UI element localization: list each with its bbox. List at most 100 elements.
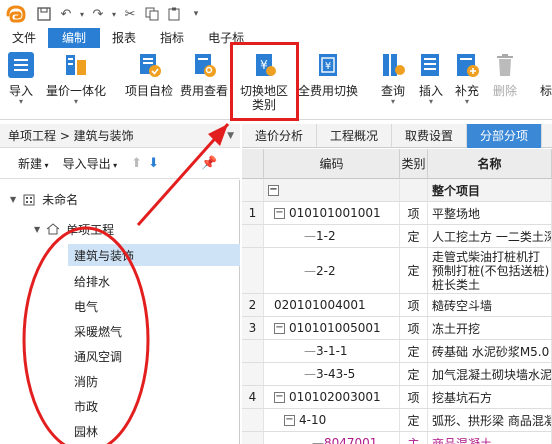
full-fee-switch-button[interactable]: ¥ 全费用切换 xyxy=(298,52,358,98)
row-type[interactable]: 主 xyxy=(400,432,428,444)
paste-icon[interactable] xyxy=(163,3,185,25)
row-name[interactable]: 糙砖空斗墙 xyxy=(428,294,552,316)
row-type[interactable]: 定 xyxy=(400,340,428,362)
row-type[interactable]: 项 xyxy=(400,317,428,339)
header-type[interactable]: 类别 xyxy=(400,149,428,179)
row-type[interactable]: 定 xyxy=(400,248,428,293)
tab-cost-analysis[interactable]: 造价分析 xyxy=(242,124,318,148)
self-check-button[interactable]: 项目自检 xyxy=(125,52,173,98)
row-type[interactable]: 定 xyxy=(400,409,428,431)
row-number: 1 xyxy=(242,202,264,224)
tree-item-2[interactable]: 电气 xyxy=(74,295,98,317)
row-name[interactable]: 平整场地 xyxy=(428,202,552,224)
collapse-toggle-icon[interactable]: − xyxy=(274,207,285,219)
tree-project[interactable]: ▼ 单项工程 xyxy=(34,218,114,240)
fee-view-button[interactable]: 费用查看 xyxy=(180,52,228,98)
row-type[interactable]: 项 xyxy=(400,294,428,316)
menu-file[interactable]: 文件 xyxy=(0,28,48,48)
row-code[interactable]: — 3-1-1 xyxy=(264,340,400,362)
expand-icon[interactable]: ▼ xyxy=(34,225,40,234)
save-icon[interactable] xyxy=(33,3,55,25)
supplement-button[interactable]: 补充 ▾ xyxy=(454,52,480,106)
mark-button[interactable]: 标 xyxy=(540,52,552,98)
row-name[interactable]: 弧形、拱形梁 商品混凝 xyxy=(428,409,552,431)
table-row[interactable]: 2 020101004001 项糙砖空斗墙 xyxy=(242,294,552,317)
row-code[interactable]: — 8047001 xyxy=(264,432,400,444)
table-row[interactable]: — 3-1-1 定砖基础 水泥砂浆M5.0 xyxy=(242,340,552,363)
table-row[interactable]: −4-10 定弧形、拱形梁 商品混凝 xyxy=(242,409,552,432)
row-code[interactable]: 020101004001 xyxy=(264,294,400,316)
table-row[interactable]: — 2-2 定走管式柴油打桩机打预制打桩(不包括送桩) 桩长类土 xyxy=(242,248,552,294)
row-type[interactable]: 定 xyxy=(400,225,428,247)
menu-edit[interactable]: 编制 xyxy=(48,28,101,48)
delete-button[interactable]: 删除 xyxy=(492,52,518,98)
tree-item-4[interactable]: 通风空调 xyxy=(74,345,122,367)
row-code[interactable]: −4-10 xyxy=(264,409,400,431)
table-row[interactable]: 1−010101001001 项平整场地 xyxy=(242,202,552,225)
row-name[interactable]: 走管式柴油打桩机打预制打桩(不包括送桩) 桩长类土 xyxy=(428,248,552,293)
tree-item-0[interactable]: 建筑与装饰 xyxy=(68,244,240,266)
row-type[interactable] xyxy=(400,179,428,201)
row-code[interactable]: −010101005001 xyxy=(264,317,400,339)
tab-items[interactable]: 分部分项 xyxy=(467,124,543,148)
tab-project-overview[interactable]: 工程概况 xyxy=(317,124,393,148)
tree-item-6[interactable]: 市政 xyxy=(74,395,98,417)
redo-icon[interactable]: ↷ xyxy=(87,3,109,25)
row-code[interactable]: — 3-43-5 xyxy=(264,363,400,385)
pin-icon[interactable]: 📌 xyxy=(201,156,217,171)
redo-dropdown-icon[interactable]: ▾ xyxy=(109,3,119,25)
collapse-toggle-icon[interactable]: − xyxy=(274,322,285,334)
menu-indicator[interactable]: 指标 xyxy=(148,28,196,48)
row-type[interactable]: 项 xyxy=(400,202,428,224)
header-code[interactable]: 编码 xyxy=(264,149,400,179)
table-row[interactable]: — 3-43-5 定加气混凝土砌块墙水泥砂 xyxy=(242,363,552,386)
tab-fee-settings[interactable]: 取费设置 xyxy=(392,124,468,148)
collapse-toggle-icon[interactable]: − xyxy=(274,391,285,403)
dropdown-arrow-icon: ▾ xyxy=(464,97,469,106)
undo-icon[interactable]: ↶ xyxy=(55,3,77,25)
row-name[interactable]: 挖基坑石方 xyxy=(428,386,552,408)
tree-root[interactable]: ▼ 未命名 xyxy=(10,188,78,210)
tree-item-3[interactable]: 采暖燃气 xyxy=(74,320,122,342)
row-name[interactable]: 加气混凝土砌块墙水泥砂 xyxy=(428,363,552,385)
undo-dropdown-icon[interactable]: ▾ xyxy=(77,3,87,25)
collapse-toggle-icon[interactable]: − xyxy=(268,184,279,196)
tree-item-1[interactable]: 给排水 xyxy=(74,270,110,292)
row-code[interactable]: −010102003001 xyxy=(264,386,400,408)
building-icon xyxy=(23,194,35,206)
tree-item-7[interactable]: 园林 xyxy=(74,420,98,442)
row-code[interactable]: − xyxy=(264,179,400,201)
tree-item-5[interactable]: 消防 xyxy=(74,370,98,392)
import-button[interactable]: 导入 ▾ xyxy=(8,52,34,106)
row-code[interactable]: — 2-2 xyxy=(264,248,400,293)
cut-icon[interactable]: ✂ xyxy=(119,3,141,25)
new-button[interactable]: 新建 ▾ xyxy=(18,155,49,172)
row-type[interactable]: 项 xyxy=(400,386,428,408)
row-type[interactable]: 定 xyxy=(400,363,428,385)
insert-button[interactable]: 插入 ▾ xyxy=(418,52,444,106)
row-name[interactable]: 整个项目 xyxy=(428,179,552,201)
row-name[interactable]: 人工挖土方 一二类土深 xyxy=(428,225,552,247)
row-name[interactable]: 冻土开挖 xyxy=(428,317,552,339)
move-up-icon[interactable]: ⬆ xyxy=(131,156,142,171)
row-code[interactable]: −010101001001 xyxy=(264,202,400,224)
table-row[interactable]: 4−010102003001 项挖基坑石方 xyxy=(242,386,552,409)
qty-price-button[interactable]: 量价一体化 ▾ xyxy=(46,52,106,106)
table-row[interactable]: 3−010101005001 项冻土开挖 xyxy=(242,317,552,340)
table-row[interactable]: — 1-2 定人工挖土方 一二类土深 xyxy=(242,225,552,248)
collapse-toggle-icon[interactable]: − xyxy=(284,414,295,426)
expand-icon[interactable]: ▼ xyxy=(10,195,16,204)
table-row[interactable]: — 8047001 主商品混凝土 xyxy=(242,432,552,444)
row-name[interactable]: 商品混凝土 xyxy=(428,432,552,444)
header-name[interactable]: 名称 xyxy=(428,149,552,179)
import-export-button[interactable]: 导入导出 ▾ xyxy=(63,155,118,172)
query-button[interactable]: 查询 ▾ xyxy=(380,52,406,106)
move-down-icon[interactable]: ⬇ xyxy=(148,156,159,171)
customize-icon[interactable]: ▾ xyxy=(185,3,207,25)
table-row[interactable]: − 整个项目 xyxy=(242,179,552,202)
menu-report[interactable]: 报表 xyxy=(100,28,148,48)
copy-icon[interactable] xyxy=(141,3,163,25)
collapse-icon[interactable]: ▼ xyxy=(227,131,234,141)
row-code[interactable]: — 1-2 xyxy=(264,225,400,247)
row-name[interactable]: 砖基础 水泥砂浆M5.0 xyxy=(428,340,552,362)
